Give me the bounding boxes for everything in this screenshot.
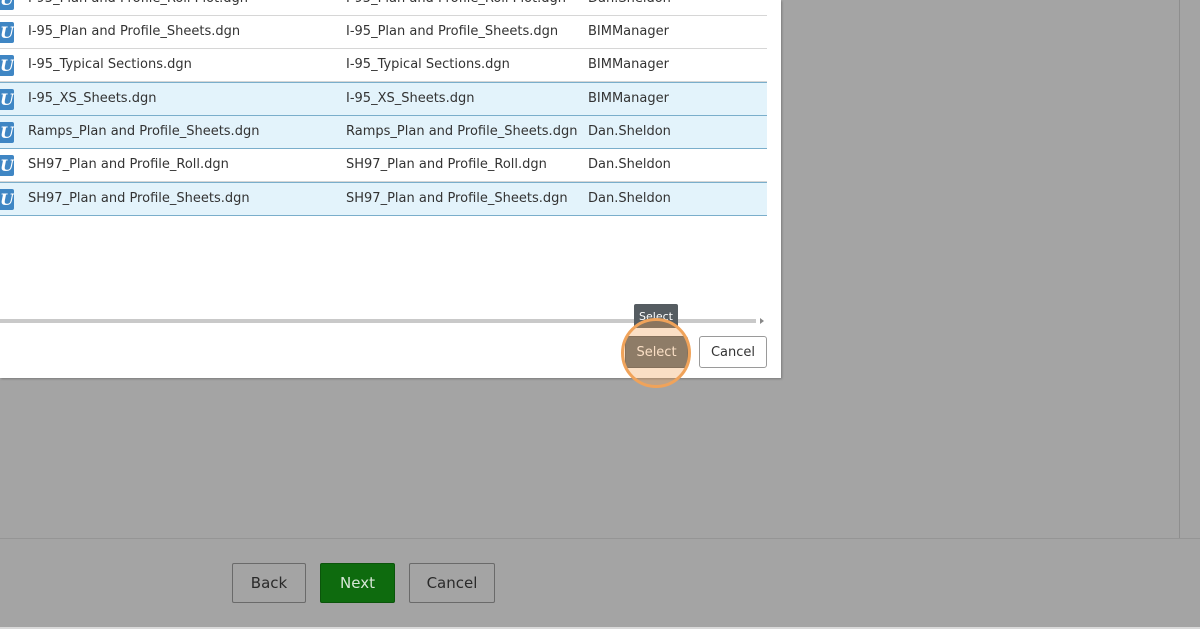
file-row[interactable]: U I-95_Plan and Profile_Roll Plot.dgn I-95… (0, 0, 767, 16)
microstation-file-icon: U (0, 155, 14, 176)
file-row[interactable]: U SH97_Plan and Profile_Sheets.dgn SH97_Pl… (0, 182, 767, 216)
select-tooltip: Select (634, 304, 678, 328)
file-name-cell: I-95_Plan and Profile_Roll Plot.dgn (28, 0, 248, 6)
file-path-cell: I-95_Plan and Profile_Roll Plot.dgn (346, 0, 566, 6)
file-owner-cell: Dan.Sheldon (588, 191, 671, 206)
file-name-cell: SH97_Plan and Profile_Sheets.dgn (28, 191, 250, 206)
file-name-cell: I-95_XS_Sheets.dgn (28, 91, 157, 106)
scroll-right-arrow-icon[interactable] (760, 318, 764, 324)
file-row[interactable]: U SH97_Plan and Profile_Roll.dgn SH97_Plan… (0, 149, 767, 182)
file-path-cell: I-95_Typical Sections.dgn (346, 57, 510, 72)
file-owner-cell: Dan.Sheldon (588, 157, 671, 172)
file-path-cell: SH97_Plan and Profile_Sheets.dgn (346, 191, 568, 206)
file-owner-cell: Dan.Sheldon (588, 124, 671, 139)
next-button[interactable]: Next (320, 563, 395, 603)
microstation-file-icon: U (0, 122, 14, 143)
file-name-cell: SH97_Plan and Profile_Roll.dgn (28, 157, 229, 172)
file-name-cell: I-95_Plan and Profile_Sheets.dgn (28, 24, 241, 39)
file-row[interactable]: U I-95_Typical Sections.dgn I-95_Typical S… (0, 49, 767, 82)
wizard-cancel-button[interactable]: Cancel (409, 563, 495, 603)
file-row[interactable]: U I-95_XS_Sheets.dgn I-95_XS_Sheets.dgn BIM… (0, 82, 767, 116)
microstation-file-icon: U (0, 89, 14, 110)
file-grid: U I-95_Plan and Profile_Roll Plot.dgn I-95… (0, 0, 767, 216)
file-name-cell: Ramps_Plan and Profile_Sheets.dgn (28, 124, 260, 139)
microstation-file-icon: U (0, 55, 14, 76)
file-name-cell: I-95_Typical Sections.dgn (28, 57, 192, 72)
microstation-file-icon: U (0, 0, 14, 10)
wizard-footer: Back Next Cancel (0, 538, 1200, 628)
page-divider (1179, 0, 1180, 538)
select-button[interactable]: Select (625, 336, 688, 368)
microstation-file-icon: U (0, 189, 14, 210)
file-select-dialog: U I-95_Plan and Profile_Roll Plot.dgn I-95… (0, 0, 781, 388)
file-row[interactable]: U Ramps_Plan and Profile_Sheets.dgn Ramps_… (0, 116, 767, 149)
dialog-cancel-button[interactable]: Cancel (699, 336, 767, 368)
file-owner-cell: Dan.Sheldon (588, 0, 671, 6)
file-path-cell: Ramps_Plan and Profile_Sheets.dgn (346, 124, 578, 139)
file-path-cell: I-95_Plan and Profile_Sheets.dgn (346, 24, 559, 39)
file-row[interactable]: U I-95_Plan and Profile_Sheets.dgn I-95_Pl… (0, 16, 767, 49)
file-path-cell: I-95_XS_Sheets.dgn (346, 91, 475, 106)
file-owner-cell: BIMManager (588, 91, 669, 106)
microstation-file-icon: U (0, 22, 14, 43)
file-owner-cell: BIMManager (588, 57, 669, 72)
file-owner-cell: BIMManager (588, 24, 669, 39)
file-path-cell: SH97_Plan and Profile_Roll.dgn (346, 157, 547, 172)
back-button[interactable]: Back (232, 563, 306, 603)
